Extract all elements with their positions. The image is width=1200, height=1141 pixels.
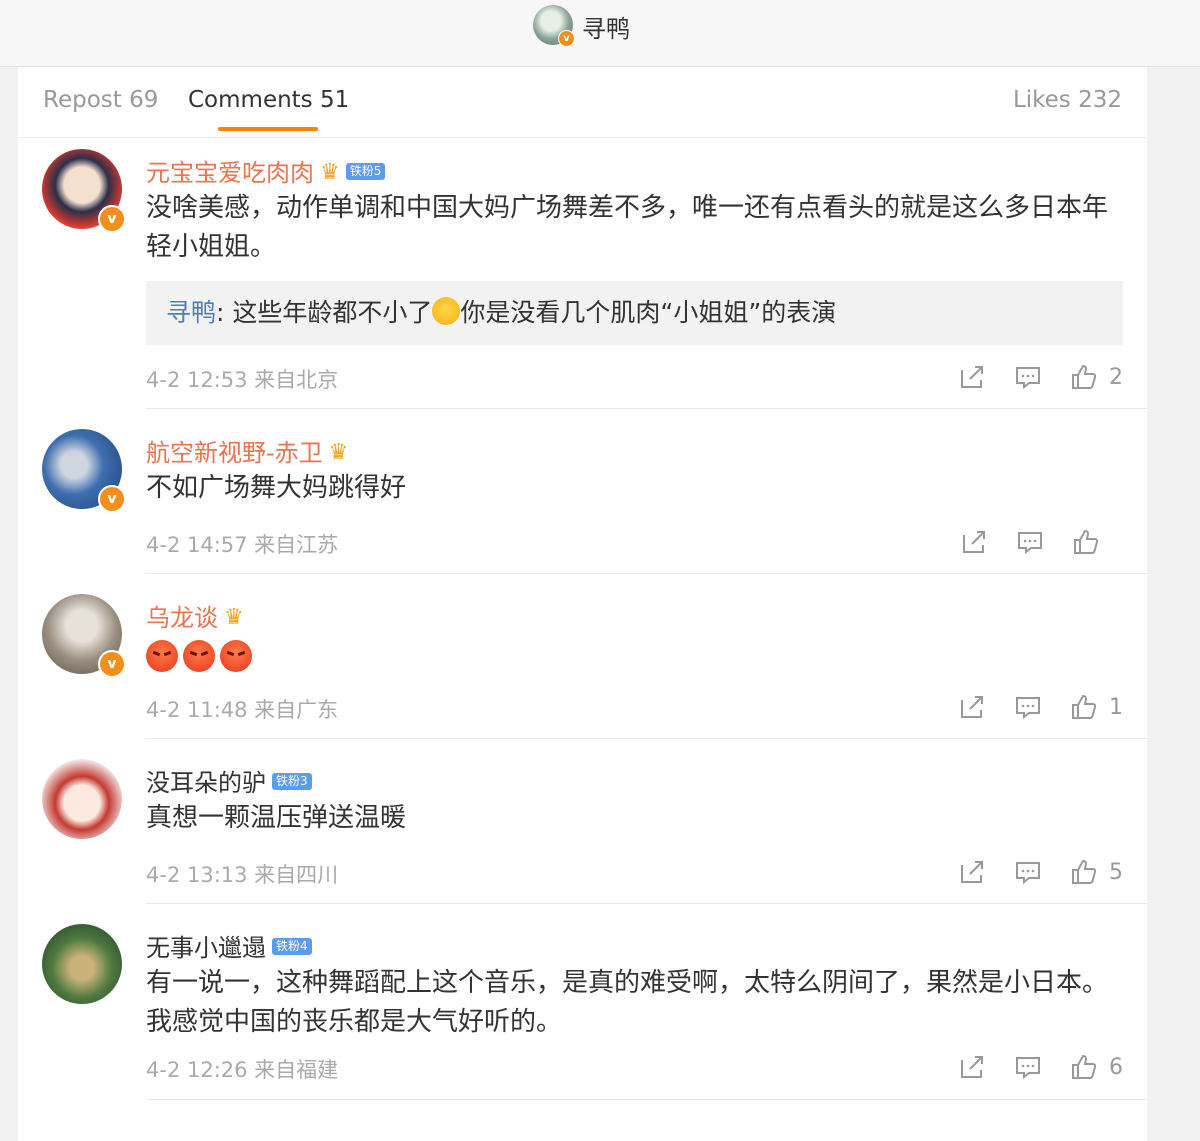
like-icon[interactable] [1069, 857, 1099, 887]
comment-actions: 1 [931, 692, 1123, 722]
verified-icon: v [558, 30, 575, 47]
comment-text: 真想一颗温压弹送温暖 [146, 803, 407, 833]
comment-text: 有一说一，这种舞蹈配上这个音乐，是真的难受啊，太特么阴间了，果然是小日本。我感觉… [146, 968, 1109, 1037]
crown-icon: ♛ [328, 439, 349, 465]
comment-actions: 5 [931, 857, 1123, 887]
like-count: 2 [1109, 364, 1123, 390]
tab-bar: Repost 69 Comments 51 Likes 232 [18, 67, 1147, 138]
comment-icon[interactable] [1013, 1052, 1043, 1082]
tab-repost[interactable]: Repost 69 [43, 87, 158, 113]
fan-badge: 铁粉4 [272, 937, 312, 955]
share-icon[interactable] [959, 527, 989, 557]
divider [146, 1099, 1147, 1100]
username-text: 无事小邋遢 [146, 934, 266, 962]
username-text: 元宝宝爱吃肉肉 [146, 159, 314, 187]
username[interactable]: 无事小邋遢 铁粉4 [146, 928, 312, 963]
active-tab-indicator [218, 127, 318, 131]
like-count: 1 [1109, 694, 1123, 720]
like-icon[interactable] [1069, 692, 1099, 722]
share-icon[interactable] [957, 692, 987, 722]
comment-icon[interactable] [1013, 362, 1043, 392]
tab-comments[interactable]: Comments 51 [188, 87, 349, 113]
username[interactable]: 航空新视野-赤卫 ♛ [146, 433, 348, 468]
reply-text-2: 你是没看几个肌肉“小姐姐”的表演 [460, 298, 837, 327]
avatar[interactable] [42, 924, 122, 1004]
comment-emojis [146, 636, 1126, 675]
like-icon[interactable] [1069, 1052, 1099, 1082]
laugh-cry-emoji-icon [432, 297, 461, 325]
like-count: 5 [1109, 859, 1123, 885]
comment-actions [933, 527, 1123, 557]
comment-icon[interactable] [1013, 857, 1043, 887]
username[interactable]: 乌龙谈 ♛ [146, 598, 244, 633]
verified-icon: v [98, 650, 126, 678]
reply-text: : 这些年龄都不小了 [216, 298, 433, 327]
divider [146, 573, 1147, 574]
crown-icon: ♛ [224, 604, 244, 630]
fan-badge: 铁粉3 [272, 772, 312, 790]
comment-text: 不如广场舞大妈跳得好 [146, 473, 407, 503]
timestamp: 4-2 11:48 来自广东 [146, 698, 339, 722]
verified-icon: v [98, 205, 126, 233]
page-title: 寻鸭 [582, 15, 630, 43]
tab-likes[interactable]: Likes 232 [1013, 87, 1122, 113]
timestamp: 4-2 12:26 来自福建 [146, 1058, 339, 1082]
angry-face-icon [146, 639, 178, 672]
divider [146, 408, 1147, 409]
comment-icon[interactable] [1013, 692, 1043, 722]
angry-face-icon [220, 639, 252, 672]
timestamp: 4-2 14:57 来自江苏 [146, 533, 339, 557]
reply-username[interactable]: 寻鸭 [166, 298, 216, 327]
username[interactable]: 元宝宝爱吃肉肉 ♛ 铁粉5 [146, 153, 386, 188]
angry-face-icon [183, 639, 215, 672]
reply-box[interactable]: 寻鸭: 这些年龄都不小了 你是没看几个肌肉“小姐姐”的表演 [146, 281, 1123, 345]
top-bar: v 寻鸭 [0, 0, 1200, 67]
comment-actions: 6 [931, 1052, 1123, 1082]
divider [146, 903, 1147, 904]
username-text: 乌龙谈 [146, 604, 218, 632]
like-count: 6 [1109, 1054, 1123, 1080]
comments-panel: Repost 69 Comments 51 Likes 232 v 元宝宝爱吃肉… [18, 67, 1147, 1141]
crown-icon: ♛ [320, 159, 340, 185]
timestamp: 4-2 13:13 来自四川 [146, 863, 339, 887]
username-text: 没耳朵的驴 [146, 769, 266, 797]
share-icon[interactable] [957, 857, 987, 887]
verified-icon: v [98, 485, 126, 513]
comment-text: 没啥美感，动作单调和中国大妈广场舞差不多，唯一还有点看头的就是这么多日本年轻小姐… [146, 193, 1109, 262]
comment-actions: 2 [931, 362, 1123, 392]
fan-badge: 铁粉5 [345, 162, 386, 180]
divider [146, 738, 1147, 739]
timestamp: 4-2 12:53 来自北京 [146, 368, 339, 392]
avatar[interactable] [42, 759, 122, 839]
like-icon[interactable] [1069, 362, 1099, 392]
like-icon[interactable] [1071, 527, 1101, 557]
share-icon[interactable] [957, 362, 987, 392]
username-text: 航空新视野-赤卫 [146, 439, 323, 467]
comment-icon[interactable] [1015, 527, 1045, 557]
share-icon[interactable] [957, 1052, 987, 1082]
username[interactable]: 没耳朵的驴 铁粉3 [146, 763, 312, 798]
